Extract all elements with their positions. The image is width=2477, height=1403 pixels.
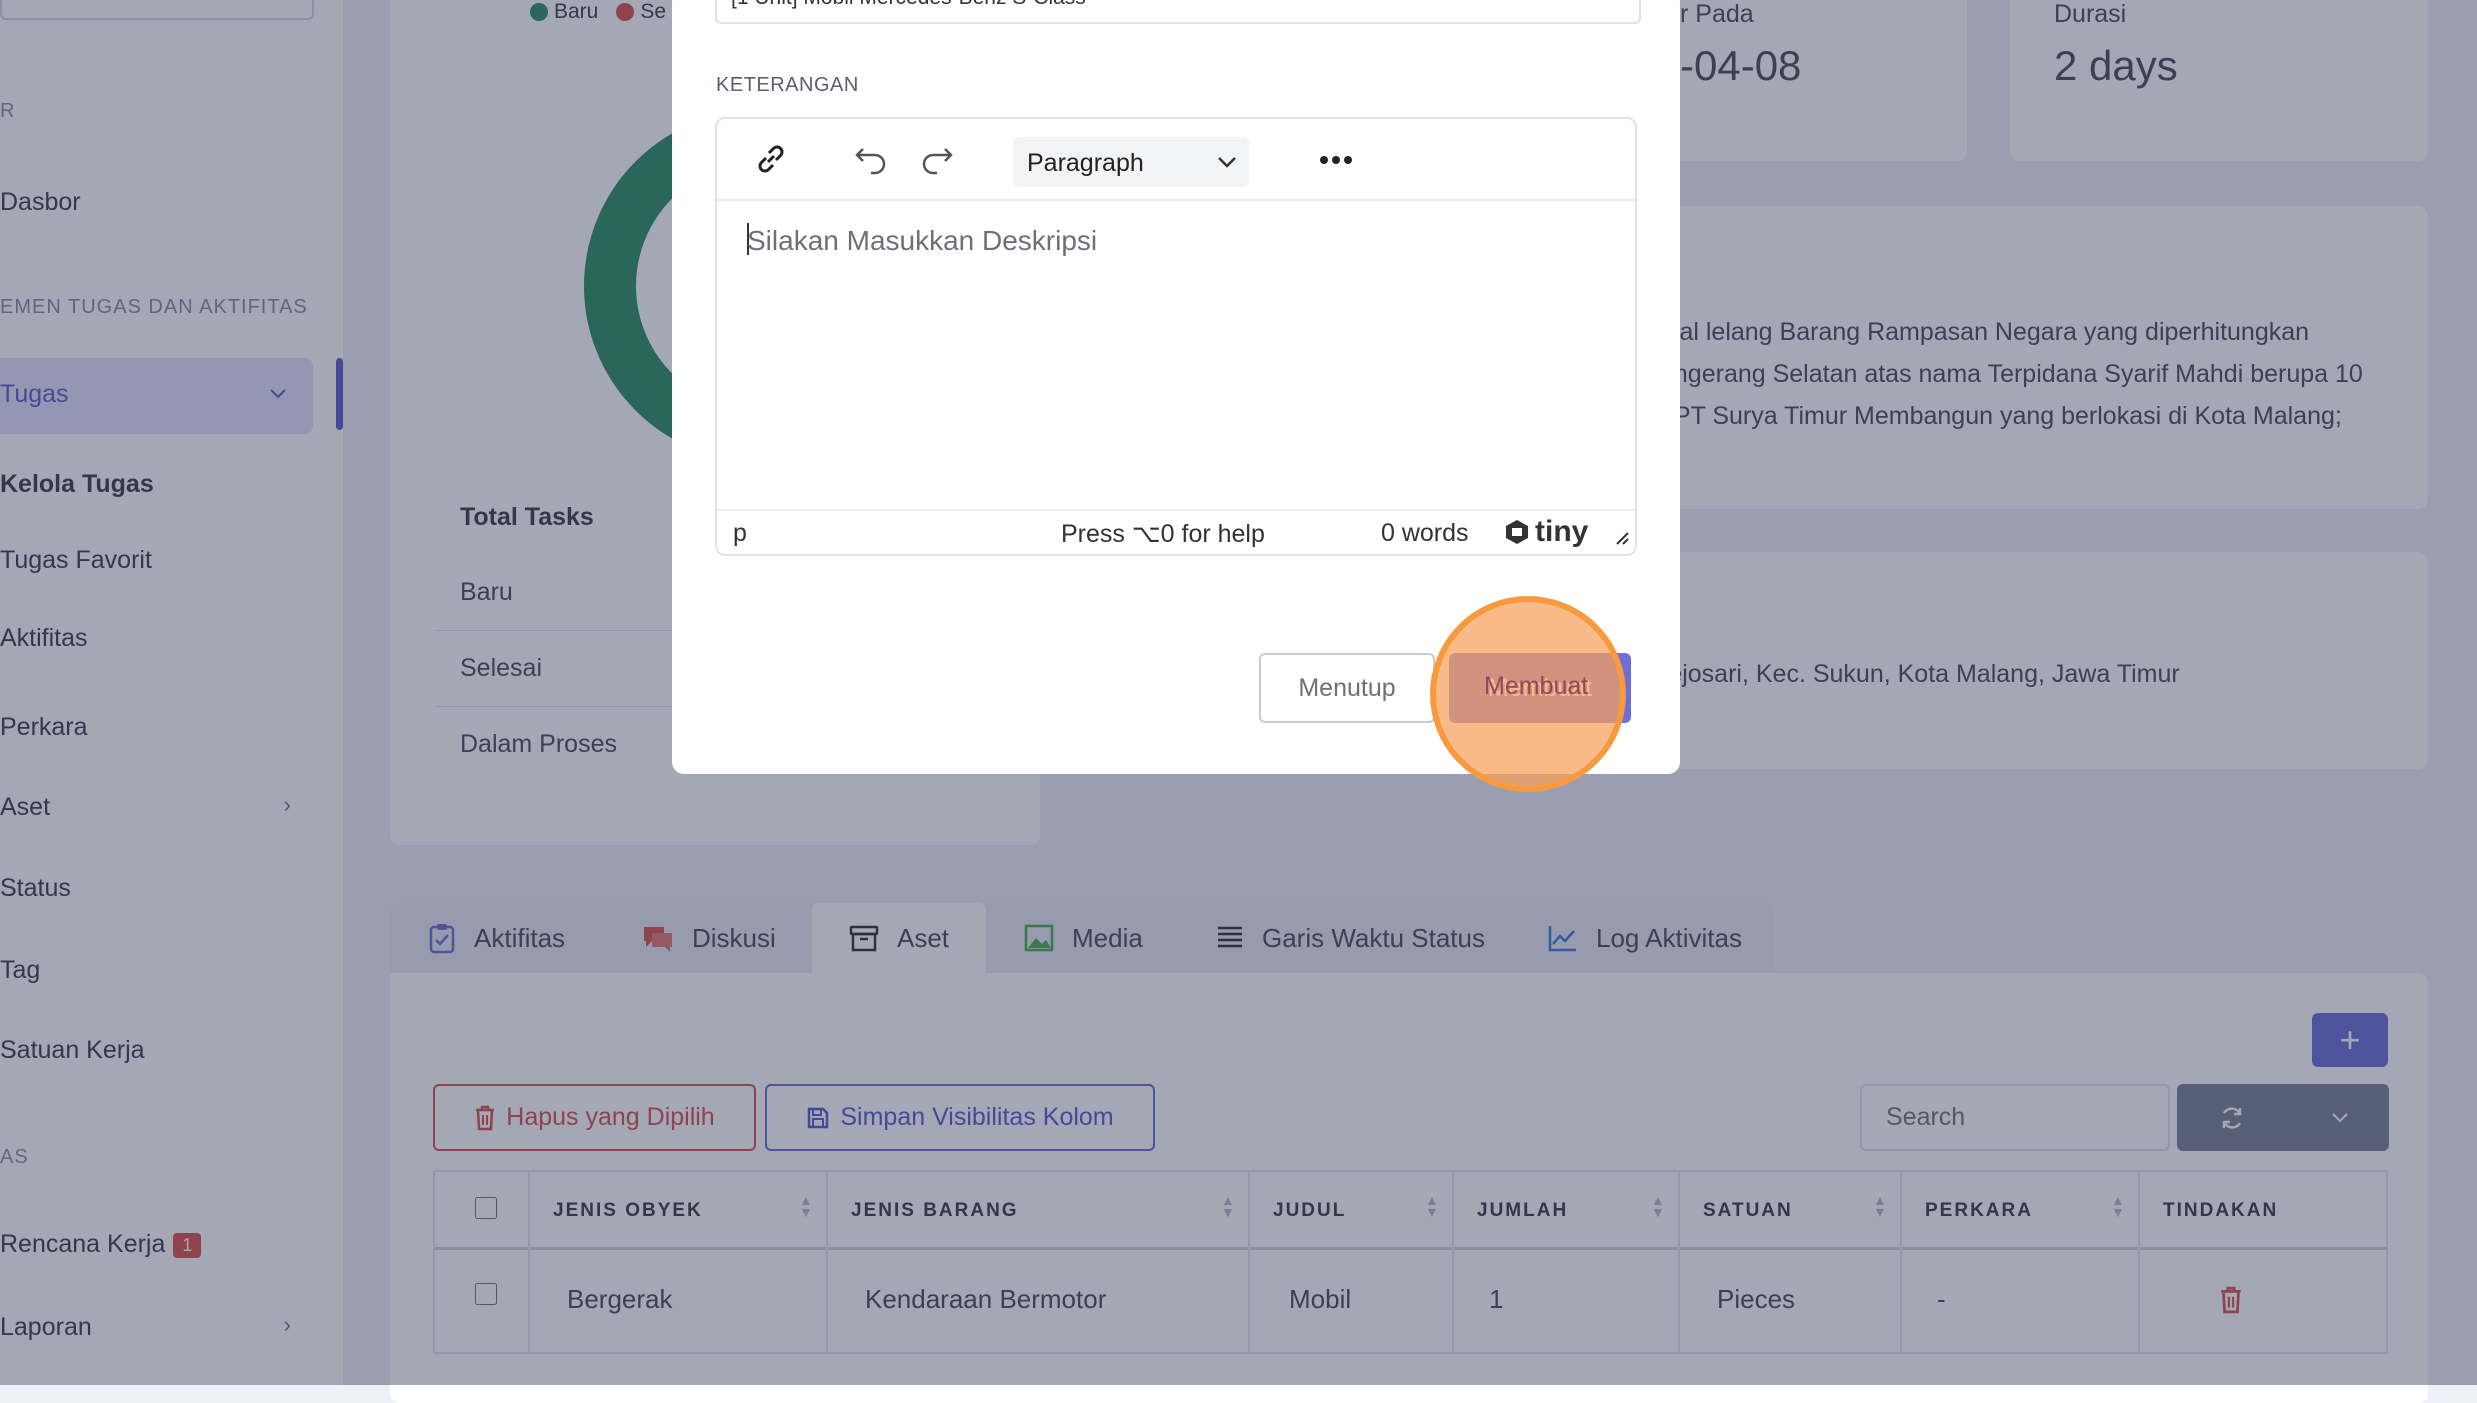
tiny-brand-text: tiny [1535,515,1589,548]
close-button-label: Menutup [1298,673,1396,702]
tiny-logo[interactable]: tiny [1503,515,1588,549]
asset-select-value: [1 Unit] Mobil Mercedes-Benz S-Class [731,0,1086,10]
chevron-down-icon [1218,157,1236,168]
help-hint: Press ⌥0 for help [1061,520,1265,548]
word-count[interactable]: 0 words [1381,519,1469,548]
editor-toolbar: Paragraph [717,119,1635,201]
editor-content-area[interactable]: Silakan Masukkan Deskripsi [717,201,1635,477]
redo-icon[interactable] [919,143,955,175]
keterangan-label: KETERANGAN [716,74,859,96]
undo-icon[interactable] [853,143,889,175]
create-button-highlight-label: Membuat [1484,672,1589,700]
resize-handle-icon[interactable] [1613,529,1629,545]
tiny-brand-icon [1506,520,1528,544]
rich-text-editor: Paragraph Silakan Masukkan Deskripsi p P… [715,117,1637,556]
asset-select-field[interactable]: [1 Unit] Mobil Mercedes-Benz S-Class [715,0,1641,24]
element-path[interactable]: p [733,519,747,548]
format-select[interactable]: Paragraph [1013,137,1249,187]
format-select-value: Paragraph [1027,149,1144,177]
more-options-icon[interactable] [1319,155,1353,165]
editor-placeholder: Silakan Masukkan Deskripsi [747,225,1098,256]
editor-statusbar: p Press ⌥0 for help 0 words tiny [717,509,1635,556]
close-button[interactable]: Menutup [1259,653,1435,723]
link-icon[interactable] [753,141,789,177]
